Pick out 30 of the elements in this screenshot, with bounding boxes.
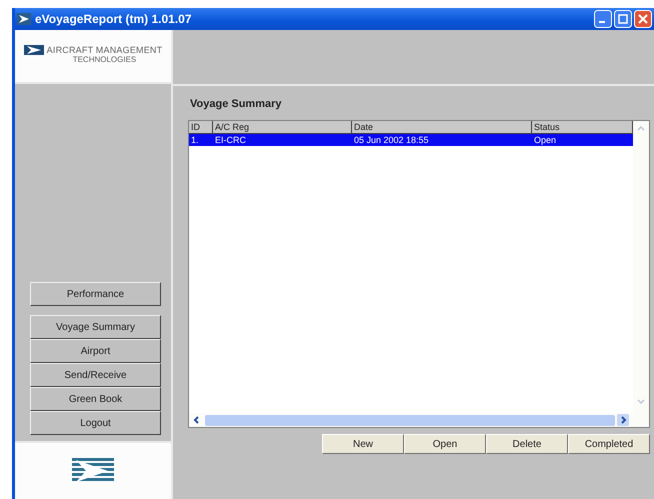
company-name: AIRCRAFT MANAGEMENT bbox=[46, 45, 162, 55]
column-header[interactable]: Date bbox=[352, 121, 532, 133]
sidebar-button[interactable]: Voyage Summary bbox=[30, 315, 161, 339]
minimize-icon[interactable] bbox=[594, 10, 612, 28]
sidebar-button[interactable]: Performance bbox=[30, 282, 161, 306]
action-button[interactable]: Open bbox=[404, 434, 486, 454]
maximize-icon[interactable] bbox=[614, 10, 632, 28]
action-button[interactable]: Completed bbox=[568, 434, 650, 454]
table-cell-text: 1. bbox=[190, 134, 200, 146]
table-cell-text: EI-CRC bbox=[214, 134, 247, 146]
sidebar-button[interactable]: Send/Receive bbox=[30, 363, 161, 387]
scroll-right-icon[interactable] bbox=[617, 414, 629, 426]
table-cell-text: 05 Jun 2002 18:55 bbox=[353, 134, 430, 146]
window-title: eVoyageReport (tm) 1.01.07 bbox=[35, 12, 192, 26]
close-icon[interactable] bbox=[634, 10, 652, 28]
logo-icon bbox=[72, 458, 114, 484]
column-header[interactable]: ID bbox=[189, 121, 213, 133]
sidebar-button[interactable]: Green Book bbox=[30, 387, 161, 411]
column-header[interactable]: A/C Reg bbox=[213, 121, 352, 133]
company-name-line: TECHNOLOGIES bbox=[72, 55, 136, 64]
app-icon bbox=[17, 13, 31, 25]
action-button[interactable]: Delete bbox=[486, 434, 568, 454]
action-button[interactable]: New bbox=[322, 434, 404, 454]
sidebar-button[interactable]: Airport bbox=[30, 339, 161, 363]
table-row[interactable]: 1. EI-CRC 05 Jun 2002 18:55 Open bbox=[189, 134, 633, 146]
logo-icon bbox=[24, 45, 44, 55]
sidebar-button[interactable]: Logout bbox=[30, 411, 161, 435]
scrollbar-thumb[interactable] bbox=[205, 414, 615, 426]
table-cell-text: Open bbox=[533, 134, 558, 146]
section-heading: Voyage Summary bbox=[190, 98, 283, 110]
